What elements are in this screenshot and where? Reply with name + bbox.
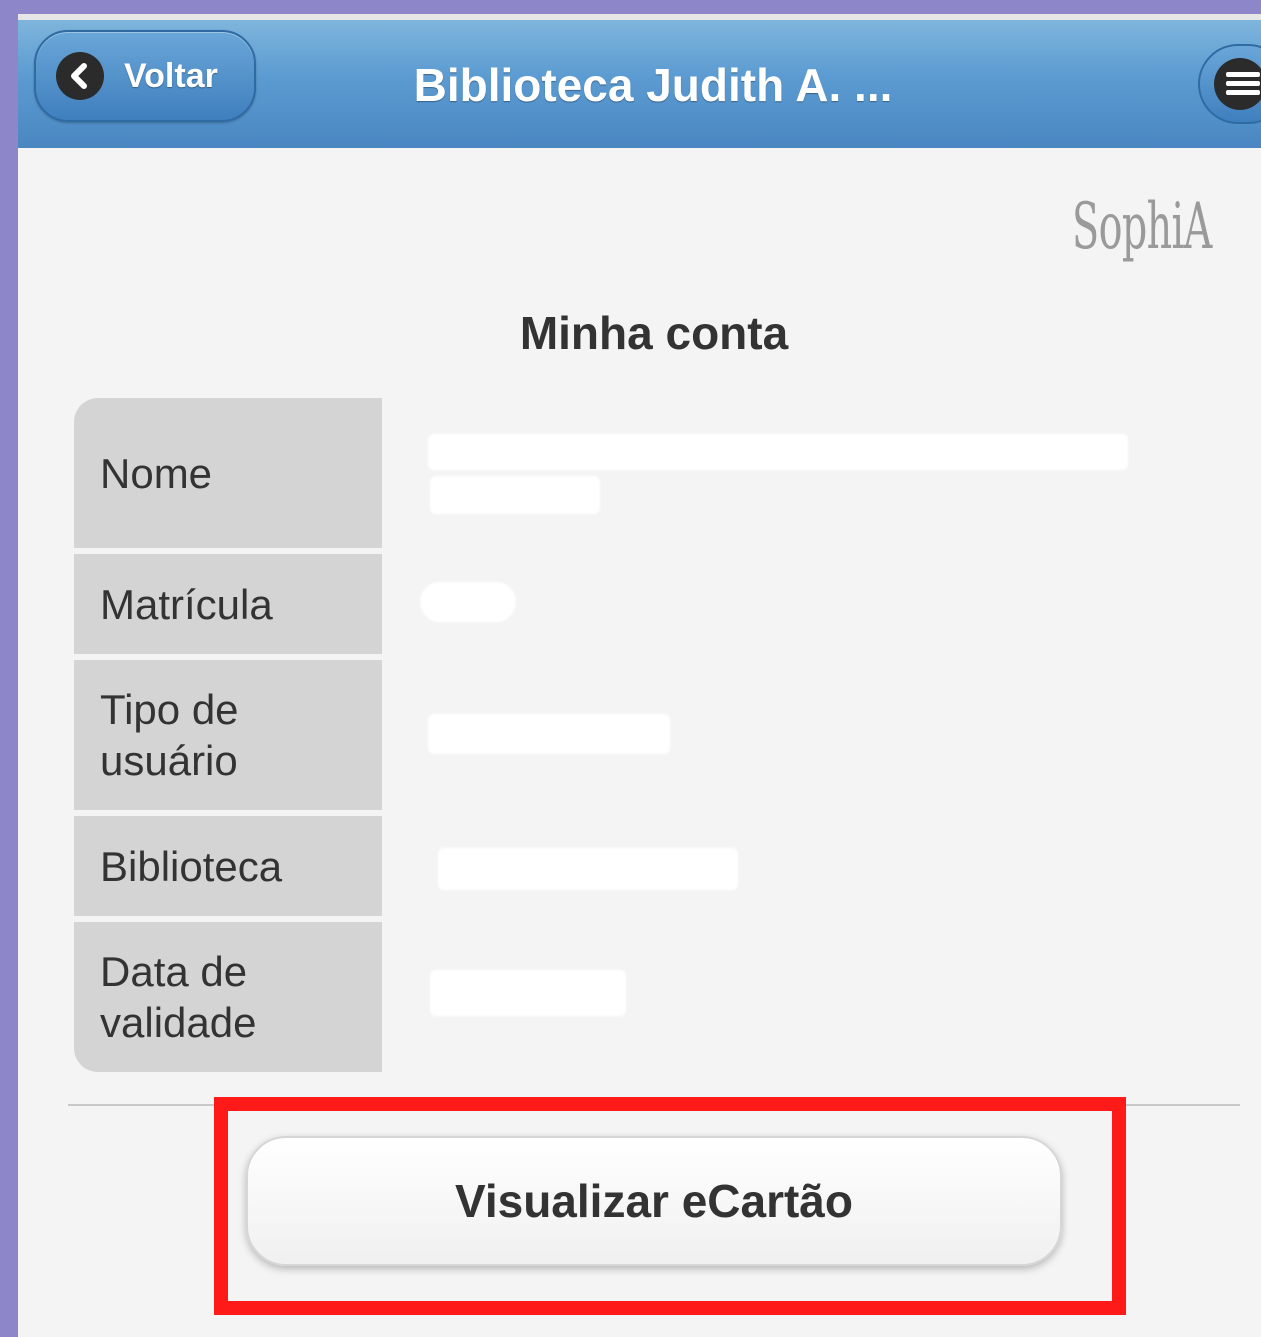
redaction-mark xyxy=(438,848,738,890)
info-value-data-validade xyxy=(382,922,1224,1072)
info-label-data-validade: Data de validade xyxy=(74,922,382,1072)
header-title: Biblioteca Judith A. ... xyxy=(413,59,893,111)
divider xyxy=(68,1104,1240,1106)
app-screen: Voltar Biblioteca Judith A. ... SophiA M… xyxy=(18,14,1261,1337)
redaction-mark xyxy=(428,434,1128,470)
header-bar: Voltar Biblioteca Judith A. ... xyxy=(18,14,1261,148)
menu-button[interactable] xyxy=(1198,44,1261,124)
view-ecard-button[interactable]: Visualizar eCartão xyxy=(246,1136,1062,1266)
info-label-tipo-usuario: Tipo de usuário xyxy=(74,660,382,810)
info-value-matricula xyxy=(382,554,1224,654)
sophia-logo: SophiA xyxy=(1072,190,1212,264)
info-label-nome: Nome xyxy=(74,398,382,548)
back-button-label: Voltar xyxy=(124,56,218,95)
back-button[interactable]: Voltar xyxy=(34,30,256,122)
info-label-biblioteca: Biblioteca xyxy=(74,816,382,916)
redaction-mark xyxy=(420,582,516,622)
redaction-mark xyxy=(428,714,670,754)
info-row-biblioteca: Biblioteca xyxy=(74,816,1224,916)
redaction-mark xyxy=(430,970,626,1016)
info-row-nome: Nome xyxy=(74,398,1224,548)
info-label-matricula: Matrícula xyxy=(74,554,382,654)
info-row-matricula: Matrícula xyxy=(74,554,1224,654)
info-value-biblioteca xyxy=(382,816,1224,916)
info-row-data-validade: Data de validade xyxy=(74,922,1224,1072)
redaction-mark xyxy=(430,476,600,514)
page-title: Minha conta xyxy=(519,307,789,359)
menu-icon xyxy=(1214,58,1261,110)
info-value-nome xyxy=(382,398,1224,548)
info-value-tipo-usuario xyxy=(382,660,1224,810)
chevron-left-icon xyxy=(56,52,104,100)
account-info-table: Nome Matrícula Tipo de usuário Bibliotec… xyxy=(74,398,1224,1078)
info-row-tipo-usuario: Tipo de usuário xyxy=(74,660,1224,810)
